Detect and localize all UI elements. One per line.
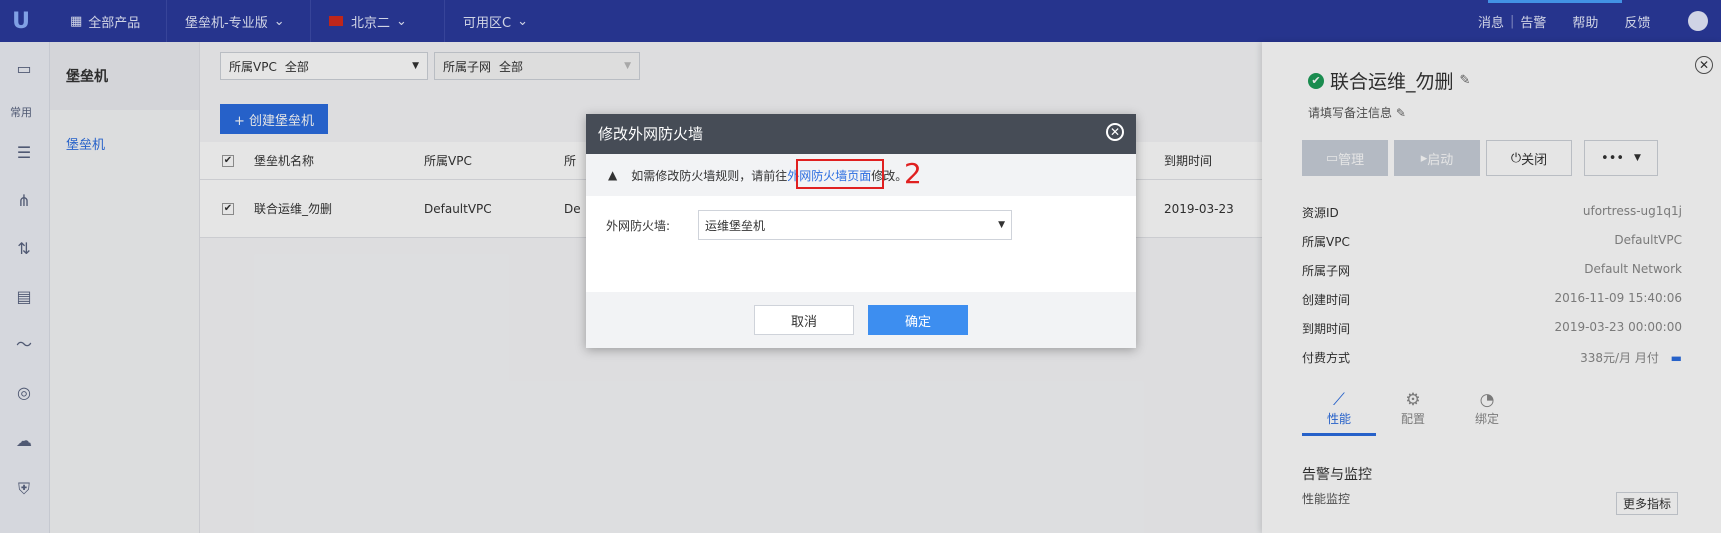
dialog-tip: ▲ 如需修改防火墙规则，请前往 外网防火墙页面 修改。 2 <box>586 154 1136 196</box>
tip-text-before: 如需修改防火墙规则，请前往 <box>631 168 788 183</box>
firewall-dialog: 修改外网防火墙 ✕ ▲ 如需修改防火墙规则，请前往 外网防火墙页面 修改。 2 … <box>586 114 1136 348</box>
firewall-select-value: 运维堡垒机 <box>705 218 766 233</box>
confirm-button[interactable]: 确定 <box>868 305 968 335</box>
cancel-button[interactable]: 取消 <box>754 305 854 335</box>
annotation-number: 2 <box>904 157 922 190</box>
firewall-field-label: 外网防火墙: <box>606 218 671 233</box>
warning-icon: ▲ <box>608 168 618 182</box>
dialog-footer: 取消 确定 <box>586 292 1136 348</box>
dialog-header: 修改外网防火墙 ✕ <box>586 114 1136 154</box>
highlight-box <box>796 159 884 189</box>
firewall-select[interactable]: 运维堡垒机 ▼ <box>698 210 1012 240</box>
caret-down-icon: ▼ <box>998 220 1005 230</box>
dialog-title: 修改外网防火墙 <box>598 125 704 143</box>
firewall-field: 外网防火墙: 运维堡垒机 ▼ <box>606 210 1012 240</box>
close-icon[interactable]: ✕ <box>1106 123 1124 141</box>
